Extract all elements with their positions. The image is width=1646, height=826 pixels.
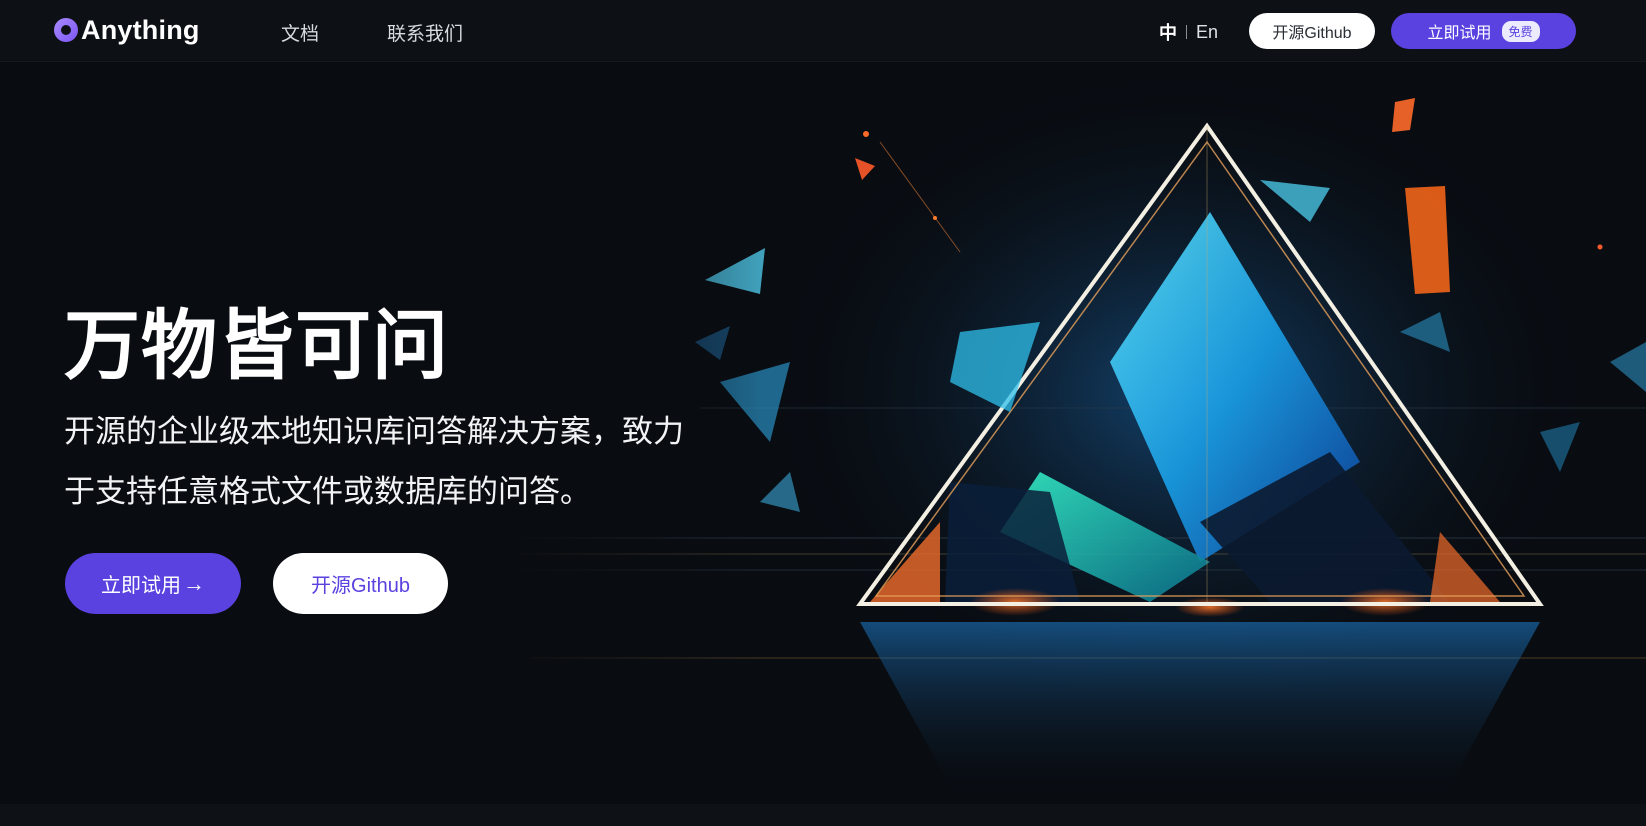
- lang-divider: [1186, 25, 1187, 39]
- hero-subtitle-line-2: 于支持任意格式文件或数据库的问答。: [64, 474, 591, 509]
- arrow-right-icon: →: [183, 570, 205, 596]
- github-button-hero[interactable]: 开源Github: [273, 553, 448, 614]
- hero-subtitle-line-1: 开源的企业级本地知识库问答解决方案，致力: [64, 414, 684, 449]
- language-switcher: 中 En: [1159, 19, 1218, 45]
- top-navbar: Anything 文档 联系我们 中 En 开源Github 立即试用 免费: [0, 0, 1646, 62]
- nav-link-contact[interactable]: 联系我们: [387, 19, 463, 46]
- hero-title: 万物皆可问: [64, 304, 449, 389]
- try-now-label: 立即试用: [101, 575, 181, 597]
- lang-en-option[interactable]: En: [1196, 22, 1218, 43]
- free-badge: 免费: [1501, 20, 1540, 42]
- bottom-band: [0, 804, 1646, 826]
- try-now-button-hero[interactable]: 立即试用 →: [65, 553, 241, 614]
- try-now-label: 立即试用: [1427, 25, 1492, 42]
- logo[interactable]: Anything: [54, 14, 200, 46]
- logo-text: Anything: [81, 14, 200, 45]
- hero-subtitle: 开源的企业级本地知识库问答解决方案，致力 于支持任意格式文件或数据库的问答。: [64, 402, 724, 522]
- lang-zh-option[interactable]: 中: [1159, 19, 1177, 45]
- logo-icon: [54, 18, 78, 42]
- github-button-header[interactable]: 开源Github: [1249, 13, 1375, 49]
- try-now-button-header[interactable]: 立即试用 免费: [1391, 13, 1576, 49]
- nav-link-docs[interactable]: 文档: [281, 19, 319, 46]
- hero-section: 万物皆可问 开源的企业级本地知识库问答解决方案，致力 于支持任意格式文件或数据库…: [0, 62, 1646, 804]
